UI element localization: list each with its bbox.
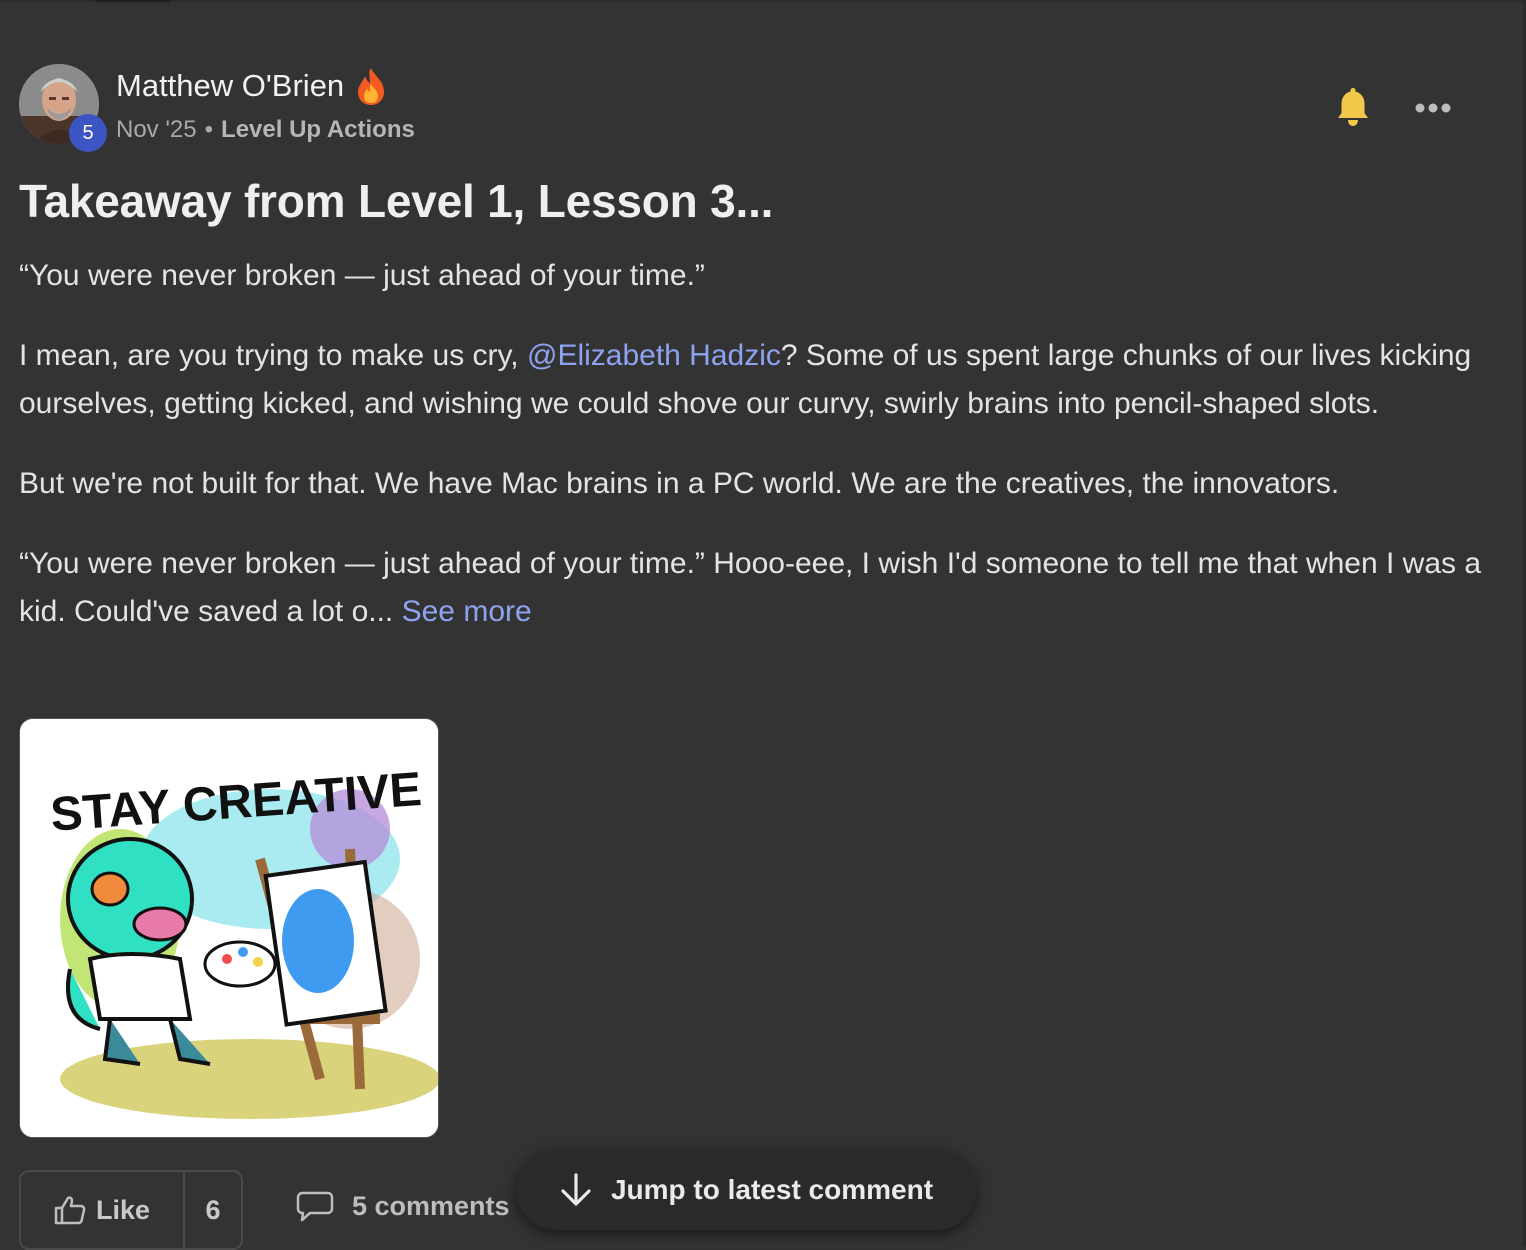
comment-icon (296, 1191, 334, 1222)
like-label: Like (95, 1194, 151, 1225)
post-paragraph: But we're not built for that. We have Ma… (19, 467, 1340, 500)
tab-indicator (95, 0, 170, 2)
bell-icon[interactable] (1336, 86, 1370, 128)
post-image[interactable]: STAY CREATIVE (19, 718, 439, 1138)
comments-label: 5 comments (352, 1190, 510, 1221)
author-line: Matthew O'Brien (116, 66, 388, 106)
jump-to-latest-comment-button[interactable]: Jump to latest comment (516, 1150, 976, 1230)
post-date: Nov '25 (116, 116, 197, 143)
meta-separator: • (204, 116, 214, 143)
like-group: Like 6 (19, 1170, 243, 1250)
post-category[interactable]: Level Up Actions (221, 116, 415, 144)
post-quote: “You were never broken — just ahead of y… (19, 259, 705, 292)
author-name[interactable]: Matthew O'Brien (116, 68, 344, 104)
jump-label: Jump to latest comment (610, 1174, 934, 1205)
like-button[interactable]: Like (21, 1172, 185, 1248)
comments-link[interactable]: 5 comments (296, 1190, 510, 1222)
post-body: “You were never broken — just ahead of y… (19, 252, 1489, 668)
thumbs-up-icon (54, 1196, 86, 1225)
paragraph-text: I mean, are you trying to make us cry, (19, 339, 527, 372)
like-count[interactable]: 6 (185, 1172, 241, 1248)
post-paragraph: “You were never broken — just ahead of y… (19, 540, 1489, 636)
post-title[interactable]: Takeaway from Level 1, Lesson 3... (19, 174, 773, 228)
mention-link[interactable]: @Elizabeth Hadzic (527, 339, 781, 372)
top-edge (0, 0, 1526, 2)
paragraph-text: “You were never broken — just ahead of y… (19, 547, 1482, 628)
arrow-down-icon (561, 1173, 591, 1206)
post-paragraph: I mean, are you trying to make us cry, @… (19, 332, 1489, 428)
post-meta: Nov '25 • Level Up Actions (116, 116, 415, 144)
fire-icon (354, 66, 388, 106)
see-more-link[interactable]: See more (402, 595, 532, 628)
level-badge: 5 (69, 114, 107, 152)
more-horizontal-icon[interactable] (1414, 98, 1454, 118)
